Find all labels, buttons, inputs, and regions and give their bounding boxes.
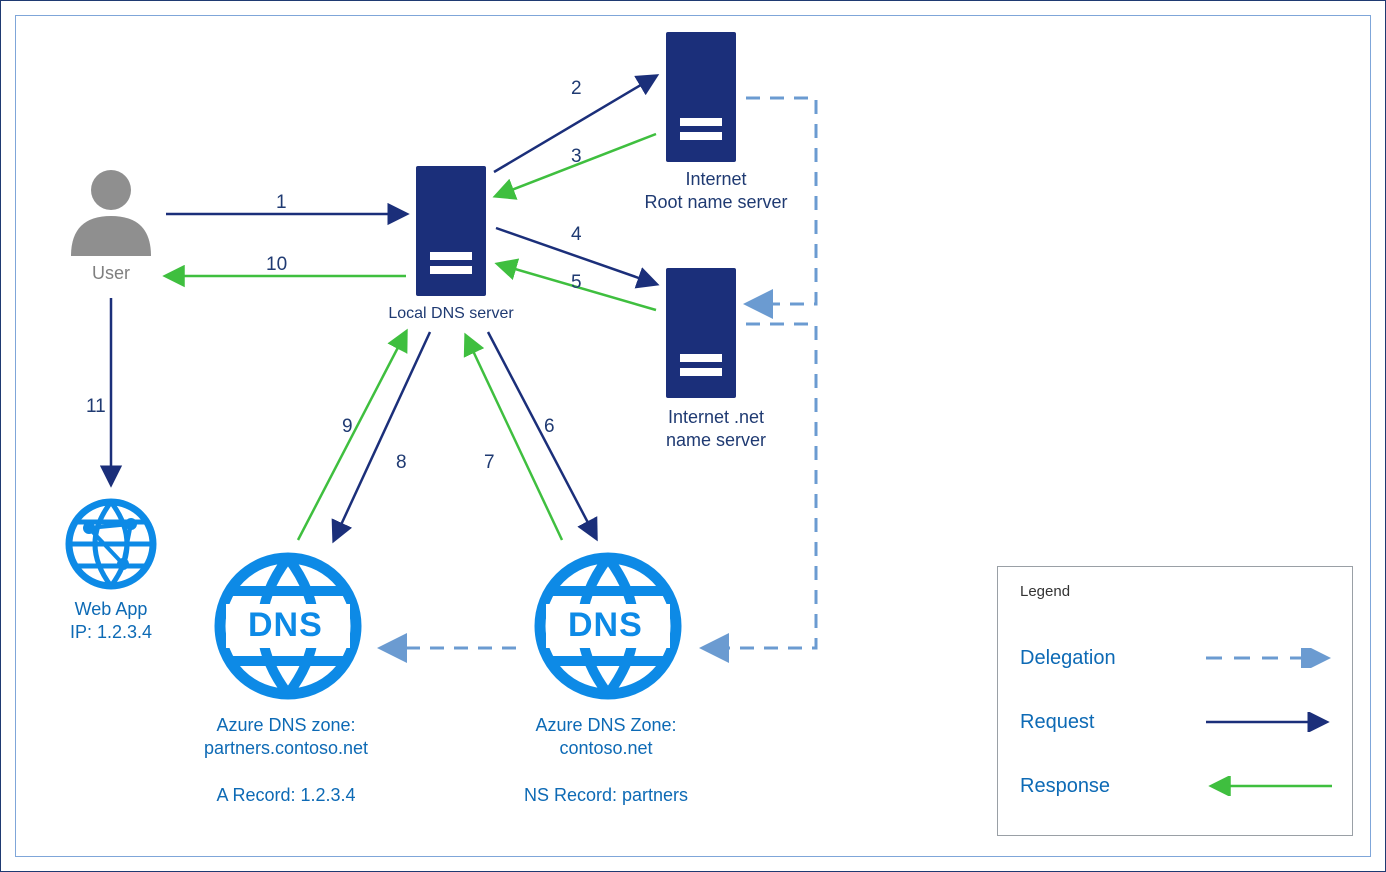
legend-box: Legend Delegation Request Response [997,566,1353,836]
step-11: 11 [86,396,106,418]
legend-title: Legend [1020,583,1334,600]
local-dns-server-icon [416,166,486,296]
diagram-canvas: User Local DNS server Internet Root name… [15,15,1371,857]
legend-row-request: Request [1020,690,1334,754]
request-line-icon [1204,712,1334,732]
user-icon [66,166,156,256]
arrow-7 [466,336,562,540]
step-9: 9 [342,416,353,438]
dns-zone-contoso-label: Azure DNS Zone: contoso.net [496,714,716,759]
net-server-icon [666,268,736,398]
root-server-label: Internet Root name server [616,168,816,213]
step-1: 1 [276,192,287,214]
webapp-icon [61,494,161,594]
arrow-6 [488,332,596,538]
webapp-label: Web App IP: 1.2.3.4 [46,598,176,643]
dns-zone-partners-text: DNS [248,606,323,645]
user-label: User [66,262,156,285]
diagram-frame: User Local DNS server Internet Root name… [0,0,1386,872]
legend-row-delegation: Delegation [1020,626,1334,690]
local-dns-label: Local DNS server [366,304,536,324]
delegation-line-icon [1204,648,1334,668]
dns-zone-partners-label: Azure DNS zone: partners.contoso.net [176,714,396,759]
dns-zone-contoso-record: NS Record: partners [496,784,716,807]
step-8: 8 [396,452,407,474]
step-2: 2 [571,78,582,100]
step-5: 5 [571,272,582,294]
response-line-icon [1204,776,1334,796]
legend-row-response: Response [1020,754,1334,818]
root-server-icon [666,32,736,162]
step-7: 7 [484,452,495,474]
step-4: 4 [571,224,582,246]
dns-zone-partners-record: A Record: 1.2.3.4 [176,784,396,807]
step-3: 3 [571,146,582,168]
step-6: 6 [544,416,555,438]
step-10: 10 [266,254,287,276]
dns-zone-contoso-text: DNS [568,606,643,645]
net-server-label: Internet .net name server [616,406,816,451]
